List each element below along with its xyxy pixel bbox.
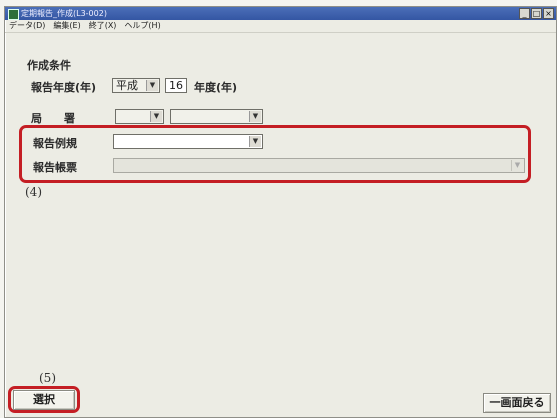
- annotation-5: (5): [39, 371, 56, 385]
- title-bar: 定期報告_作成(L3-002) _ □ ×: [5, 7, 556, 20]
- report-form-label: 報告帳票: [33, 161, 77, 174]
- office-select[interactable]: ▼: [170, 109, 263, 124]
- close-icon[interactable]: ×: [543, 8, 554, 19]
- bureau-select[interactable]: ▼: [115, 109, 164, 124]
- year-value: 16: [169, 79, 183, 92]
- chevron-down-icon: ▼: [511, 160, 523, 171]
- year-input[interactable]: 16: [165, 78, 187, 93]
- era-select[interactable]: 平成 ▼: [112, 78, 160, 93]
- chevron-down-icon: ▼: [150, 111, 162, 122]
- menu-edit[interactable]: 編集(E): [49, 20, 84, 32]
- menu-bar: データ(D) 編集(E) 終了(X) ヘルプ(H): [5, 20, 556, 33]
- report-form-select[interactable]: ▼: [113, 158, 525, 173]
- chevron-down-icon: ▼: [249, 111, 261, 122]
- menu-help[interactable]: ヘルプ(H): [120, 20, 164, 32]
- highlight-box: [19, 125, 531, 183]
- menu-exit[interactable]: 終了(X): [85, 20, 121, 32]
- window-controls: _ □ ×: [519, 8, 554, 19]
- menu-data[interactable]: データ(D): [5, 20, 49, 32]
- maximize-icon[interactable]: □: [531, 8, 542, 19]
- conditions-heading: 作成条件: [27, 59, 71, 72]
- report-rule-select[interactable]: ▼: [113, 134, 263, 149]
- app-window: 定期報告_作成(L3-002) _ □ × データ(D) 編集(E) 終了(X)…: [4, 6, 557, 418]
- window-title: 定期報告_作成(L3-002): [21, 9, 107, 18]
- app-icon: [8, 9, 19, 20]
- year-suffix-label: 年度(年): [194, 81, 238, 94]
- minimize-icon[interactable]: _: [519, 8, 530, 19]
- bureau-label: 局 署: [31, 112, 75, 125]
- annotation-4: (4): [25, 185, 42, 199]
- era-value: 平成: [116, 79, 138, 92]
- select-button[interactable]: 選択: [13, 390, 75, 410]
- chevron-down-icon: ▼: [249, 136, 261, 147]
- chevron-down-icon: ▼: [146, 80, 158, 91]
- report-rule-label: 報告例規: [33, 137, 77, 150]
- back-button[interactable]: 一画面戻る: [483, 393, 551, 413]
- report-year-label: 報告年度(年): [31, 81, 97, 94]
